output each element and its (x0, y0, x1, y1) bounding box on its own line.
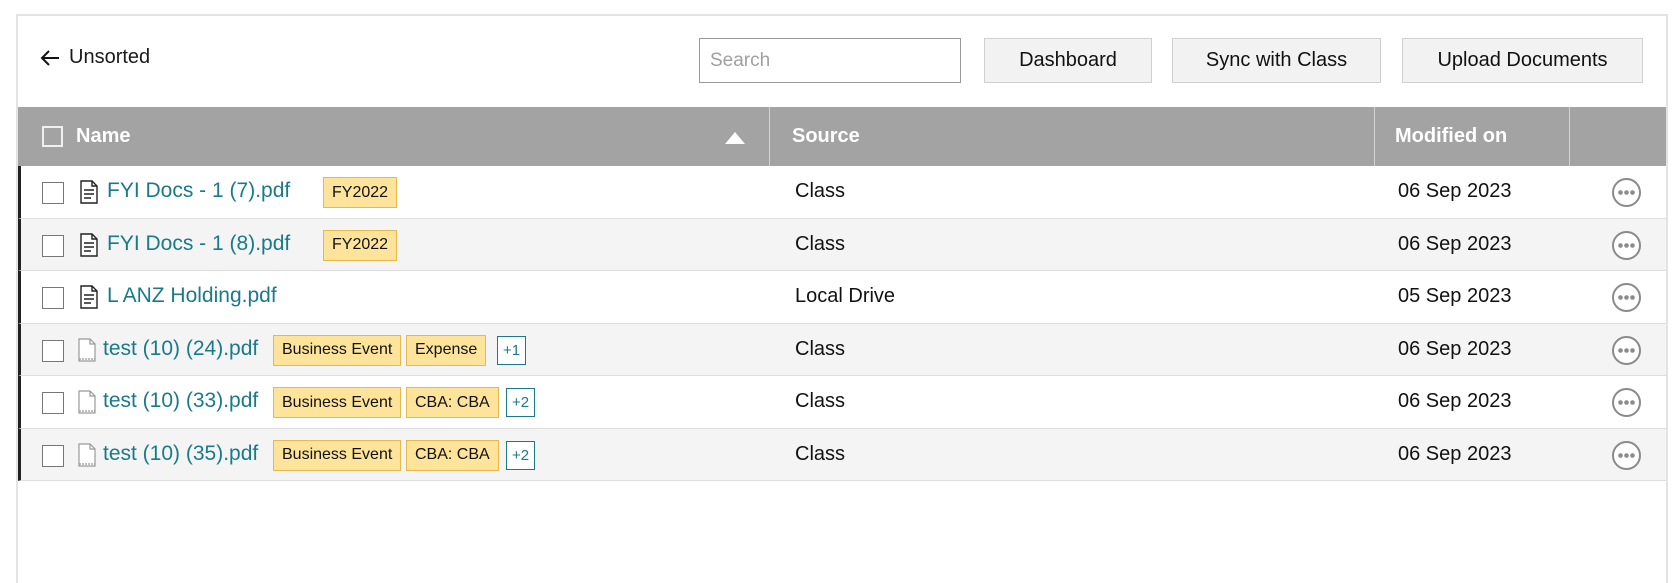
more-tags-badge[interactable]: +1 (497, 335, 527, 365)
document-blank-icon (78, 337, 96, 362)
sync-with-class-button[interactable]: Sync with Class (1172, 38, 1381, 83)
column-divider (1374, 107, 1375, 166)
more-options-icon[interactable] (1611, 282, 1642, 313)
sort-ascending-icon[interactable] (725, 132, 745, 144)
document-lines-icon (80, 285, 98, 309)
modified-cell: 06 Sep 2023 (1398, 232, 1512, 255)
column-header-source[interactable]: Source (792, 107, 860, 166)
more-options-icon[interactable] (1611, 230, 1642, 261)
back-button[interactable]: Unsorted (39, 46, 150, 69)
modified-cell: 05 Sep 2023 (1398, 285, 1512, 307)
file-name-link[interactable]: FYI Docs - 1 (8).pdf (107, 232, 290, 256)
more-tags-badge[interactable]: +2 (506, 440, 536, 470)
source-cell: Class (795, 180, 846, 202)
source-cell: Class (795, 390, 846, 412)
table-row[interactable]: L ANZ Holding.pdf Local Drive 05 Sep 202… (18, 271, 1666, 324)
tag-badge[interactable]: FY2022 (323, 229, 398, 261)
file-name-link[interactable]: test (10) (35).pdf (103, 442, 258, 466)
modified-cell: 06 Sep 2023 (1398, 180, 1512, 202)
tag-badge[interactable]: CBA: CBA (406, 387, 499, 418)
source-cell: Class (795, 442, 846, 465)
tag-badge[interactable]: CBA: CBA (406, 439, 499, 471)
upload-documents-button[interactable]: Upload Documents (1402, 38, 1643, 83)
table-row[interactable]: FYI Docs - 1 (8).pdf FY2022 Class 06 Sep… (18, 218, 1666, 271)
table-row[interactable]: test (10) (35).pdf Business Event CBA: C… (18, 428, 1666, 481)
column-header-name[interactable]: Name (76, 107, 130, 166)
table-body: FYI Docs - 1 (7).pdf FY2022 Class 06 Sep… (18, 166, 1666, 481)
source-cell: Local Drive (795, 285, 896, 307)
table-header: Name Source Modified on (18, 107, 1666, 166)
documents-panel: Unsorted Dashboard Sync with Class Uploa… (16, 14, 1668, 583)
tag-badge[interactable]: Business Event (273, 439, 402, 471)
modified-cell: 06 Sep 2023 (1398, 442, 1512, 465)
column-divider (1569, 107, 1570, 166)
select-all-checkbox[interactable] (42, 126, 63, 147)
column-header-modified[interactable]: Modified on (1395, 107, 1507, 166)
tag-badge[interactable]: Business Event (273, 387, 402, 418)
row-checkbox[interactable] (42, 444, 64, 467)
source-cell: Class (795, 337, 846, 360)
row-checkbox[interactable] (42, 182, 64, 204)
document-blank-icon (78, 390, 96, 414)
search-input[interactable] (699, 38, 961, 83)
column-divider (769, 107, 770, 166)
row-checkbox[interactable] (42, 392, 64, 414)
tag-badge[interactable]: Expense (406, 334, 487, 366)
more-options-icon[interactable] (1611, 335, 1642, 366)
row-checkbox[interactable] (42, 287, 64, 309)
more-tags-badge[interactable]: +2 (506, 388, 536, 417)
file-name-link[interactable]: L ANZ Holding.pdf (107, 284, 277, 308)
toolbar: Unsorted Dashboard Sync with Class Uploa… (18, 16, 1666, 100)
more-options-icon[interactable] (1611, 387, 1642, 418)
table-row[interactable]: test (10) (33).pdf Business Event CBA: C… (18, 376, 1666, 429)
row-checkbox[interactable] (42, 339, 64, 362)
tag-badge[interactable]: Business Event (273, 334, 402, 366)
back-label: Unsorted (69, 46, 151, 68)
table-row[interactable]: FYI Docs - 1 (7).pdf FY2022 Class 06 Sep… (18, 166, 1666, 219)
file-name-link[interactable]: test (10) (33).pdf (103, 389, 258, 413)
dashboard-button[interactable]: Dashboard (984, 38, 1152, 83)
arrow-left-icon (40, 49, 59, 66)
document-lines-icon (80, 180, 98, 204)
more-options-icon[interactable] (1611, 440, 1642, 471)
more-options-icon[interactable] (1611, 177, 1642, 208)
file-name-link[interactable]: test (10) (24).pdf (103, 337, 258, 361)
row-checkbox[interactable] (42, 234, 64, 257)
file-name-link[interactable]: FYI Docs - 1 (7).pdf (107, 179, 290, 203)
document-lines-icon (80, 232, 98, 257)
table-row[interactable]: test (10) (24).pdf Business Event Expens… (18, 323, 1666, 376)
tag-badge[interactable]: FY2022 (323, 177, 398, 208)
modified-cell: 06 Sep 2023 (1398, 390, 1512, 412)
document-blank-icon (78, 442, 96, 467)
source-cell: Class (795, 232, 846, 255)
modified-cell: 06 Sep 2023 (1398, 337, 1512, 360)
